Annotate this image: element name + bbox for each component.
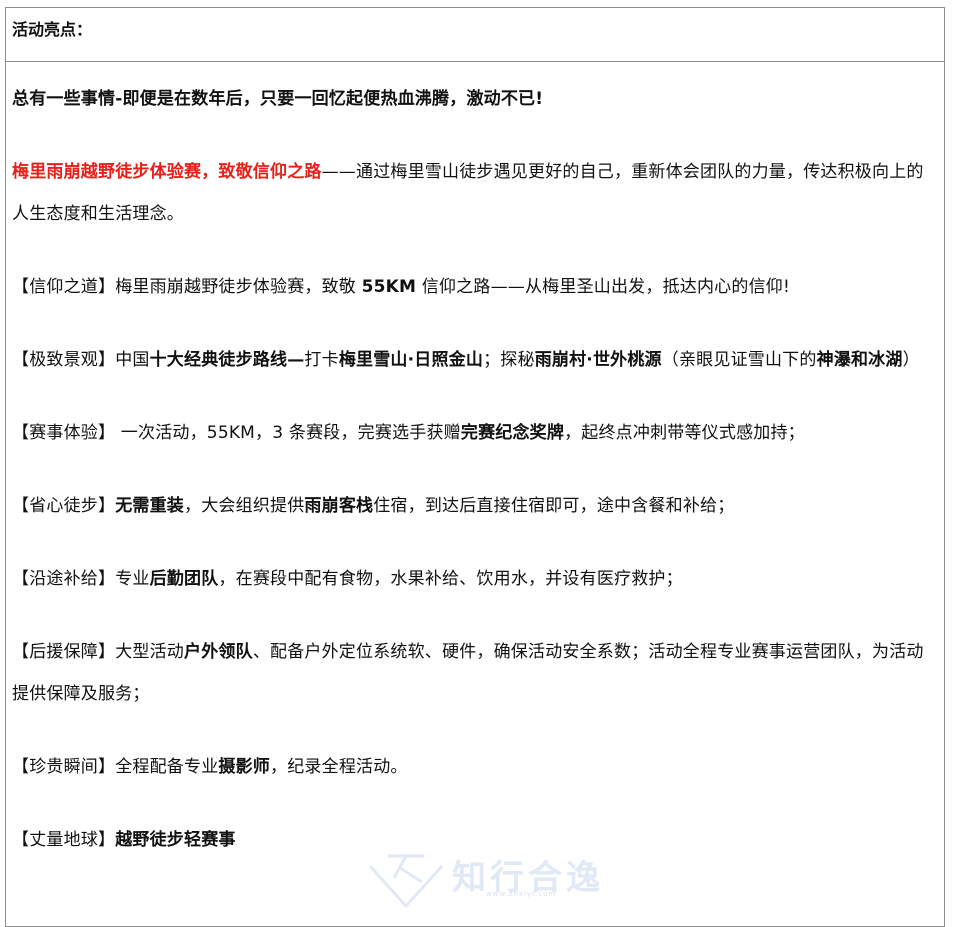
paragraph-8: 【后援保障】大型活动户外领队、配备户外定位系统软、硬件，确保活动安全系数；活动全… [12,631,938,715]
paragraph-4-run: 神瀑和冰湖 [816,350,903,370]
paragraph-4-run: 梅里雪山·日照金山 [338,350,484,370]
paragraph-4-run: 打卡 [304,350,339,370]
paragraph-4-run: ；探秘 [483,350,535,370]
paragraph-6-run: 【省心徒步】 [12,496,116,516]
paragraph-9: 【珍贵瞬间】全程配备专业摄影师，纪录全程活动。 [12,746,938,788]
paragraph-3-run: 55KM [361,277,417,297]
paragraph-7: 【沿途补给】专业后勤团队，在赛段中配有食物，水果补给、饮用水，并设有医疗救护； [12,558,938,600]
paragraph-4-run: 十大经典徒步路线— [149,350,305,370]
paragraph-5-run: 完赛纪念奖牌 [460,423,565,443]
table-header: 活动亮点： [6,8,944,62]
paragraph-6: 【省心徒步】无需重装，大会组织提供雨崩客栈住宿，到达后直接住宿即可，途中含餐和补… [12,485,938,527]
paragraph-8-run: 户外领队 [184,642,253,662]
paragraph-4-run: ） [902,350,920,370]
watermark-logo-icon [368,854,444,909]
paragraph-6-run: ，大会组织提供 [184,496,305,516]
highlights-title: 活动亮点： [12,20,93,39]
paragraph-10-run: 【丈量地球】 [12,830,116,850]
paragraph-2-run: 梅里雨崩越野徒步体验赛，致敬信仰之路 [12,162,322,182]
paragraph-6-run: 无需重装 [115,496,185,516]
paragraph-6-run: 雨崩客栈 [304,496,374,516]
paragraph-4-run: 【极致景观】中国 [12,350,150,370]
paragraph-2: 梅里雨崩越野徒步体验赛，致敬信仰之路——通过梅里雪山徒步遇见更好的自己，重新体会… [12,151,938,235]
paragraph-5-run: 【赛事体验】 一次活动，55KM，3 条赛段，完赛选手获赠 [12,423,461,443]
paragraph-3-run: 信仰之路——从梅里圣山出发，抵达内心的信仰! [416,277,790,297]
paragraph-1: 总有一些事情-即便是在数年后，只要一回忆起便热血沸腾，激动不已! [12,78,938,120]
paragraph-9-run: 【珍贵瞬间】全程配备专业 [12,757,219,777]
paragraph-10-run: 越野徒步轻赛事 [115,830,236,850]
paragraph-6-run: 住宿，到达后直接住宿即可，途中含餐和补给； [373,496,735,516]
paragraph-7-run: 【沿途补给】专业 [12,569,150,589]
paragraph-3: 【信仰之道】梅里雨崩越野徒步体验赛，致敬 55KM 信仰之路——从梅里圣山出发，… [12,266,938,308]
paragraph-9-run: ，纪录全程活动。 [270,757,408,777]
paragraph-4: 【极致景观】中国十大经典徒步路线—打卡梅里雪山·日照金山；探秘雨崩村·世外桃源（… [12,339,938,381]
paragraph-5-run: ，起终点冲刺带等仪式感加持； [564,423,805,443]
paragraph-4-run: （亲眼见证雪山下的 [661,350,817,370]
paragraph-5: 【赛事体验】 一次活动，55KM，3 条赛段，完赛选手获赠完赛纪念奖牌，起终点冲… [12,412,938,454]
table-body: 总有一些事情-即便是在数年后，只要一回忆起便热血沸腾，激动不已! 梅里雨崩越野徒步… [6,78,944,861]
paragraph-8-run: 【后援保障】大型活动 [12,642,184,662]
paragraph-4-run: 雨崩村·世外桃源 [534,350,662,370]
watermark: 知行合逸 www.zhxiyi.com [366,848,606,912]
watermark-url: www.zhxiyi.com [486,890,557,898]
paragraph-1-run: 总有一些事情-即便是在数年后，只要一回忆起便热血沸腾，激动不已! [12,89,544,109]
paragraph-9-run: 摄影师 [218,757,271,777]
paragraph-7-run: ，在赛段中配有食物，水果补给、饮用水，并设有医疗救护； [218,569,683,589]
paragraph-7-run: 后勤团队 [149,569,219,589]
paragraph-3-run: 【信仰之道】梅里雨崩越野徒步体验赛，致敬 [12,277,362,297]
highlights-table: 活动亮点： 总有一些事情-即便是在数年后，只要一回忆起便热血沸腾，激动不已! 梅里… [5,7,945,927]
